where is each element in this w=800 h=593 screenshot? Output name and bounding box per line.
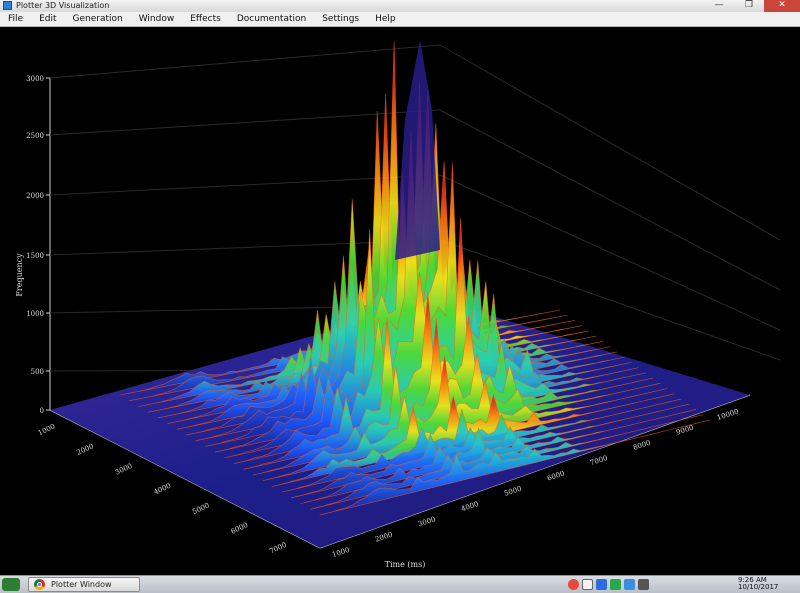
- menu-file[interactable]: File: [0, 12, 31, 26]
- chrome-icon: [34, 579, 45, 590]
- app-icon: [3, 1, 12, 10]
- taskbar: Plotter Window 9:26 AM 10/10/2017: [0, 575, 800, 593]
- maximize-button[interactable]: ❐: [734, 0, 764, 12]
- right-tick-label: 4000: [460, 500, 479, 513]
- menu-edit[interactable]: Edit: [31, 12, 64, 26]
- right-tick-label: 3000: [417, 515, 436, 528]
- right-tick-label: 1000: [331, 546, 350, 559]
- update-icon[interactable]: [610, 579, 621, 590]
- z-tick-label: 1500: [26, 252, 44, 260]
- menu-help[interactable]: Help: [367, 12, 404, 26]
- left-tick-label: 2000: [75, 442, 95, 457]
- clock-date: 10/10/2017: [738, 583, 779, 591]
- z-tick-label: 2000: [26, 192, 44, 200]
- menu-generation[interactable]: Generation: [65, 12, 131, 26]
- menu-documentation[interactable]: Documentation: [229, 12, 314, 26]
- left-tick-label: 6000: [230, 521, 250, 536]
- left-tick-label: 1000: [37, 422, 57, 437]
- peak-accent: [395, 40, 440, 260]
- right-tick-label: 10000: [716, 408, 740, 422]
- bottom-axis-label: Time (ms): [385, 560, 426, 569]
- z-tick-label: 500: [31, 368, 44, 376]
- z-axis: 3000 2500 2000 1500 1000 500 0: [26, 75, 50, 415]
- menu-settings[interactable]: Settings: [314, 12, 367, 26]
- menu-bar: File Edit Generation Window Effects Docu…: [0, 12, 800, 27]
- taskbar-app-label: Plotter Window: [51, 580, 112, 589]
- start-button[interactable]: [2, 578, 20, 591]
- left-tick-label: 4000: [153, 482, 173, 497]
- close-button[interactable]: ✕: [764, 0, 800, 12]
- z-axis-label: Frequency: [15, 253, 24, 297]
- chrome-icon[interactable]: [568, 579, 579, 590]
- menu-effects[interactable]: Effects: [182, 12, 229, 26]
- z-tick-label: 1000: [26, 310, 44, 318]
- volume-icon[interactable]: [638, 579, 649, 590]
- app-icon[interactable]: [624, 579, 635, 590]
- right-tick-label: 9000: [675, 423, 694, 436]
- menu-window[interactable]: Window: [131, 12, 183, 26]
- right-tick-label: 6000: [546, 469, 565, 482]
- z-tick-label: 3000: [26, 75, 44, 83]
- left-tick-label: 5000: [191, 501, 211, 516]
- right-tick-label: 8000: [632, 439, 651, 452]
- left-tick-label: 3000: [114, 462, 134, 477]
- z-tick-label: 0: [40, 407, 44, 415]
- z-tick-label: 2500: [26, 132, 44, 140]
- left-tick-label: 7000: [268, 541, 288, 556]
- network-icon[interactable]: [596, 579, 607, 590]
- taskbar-app-button[interactable]: Plotter Window: [28, 577, 140, 592]
- right-tick-label: 5000: [503, 485, 522, 498]
- minimize-button[interactable]: —: [704, 0, 734, 12]
- right-tick-label: 2000: [374, 531, 393, 544]
- plot-area[interactable]: 3000 2500 2000 1500 1000 500 0 Frequency 1000 2…: [0, 27, 800, 575]
- surface-plot[interactable]: 300025002000150010005000 Frequency 10002…: [0, 27, 800, 575]
- right-tick-label: 7000: [589, 454, 608, 467]
- security-icon[interactable]: [582, 579, 593, 590]
- system-clock[interactable]: 9:26 AM 10/10/2017: [738, 577, 778, 591]
- window-title: Plotter 3D Visualization: [16, 1, 110, 10]
- system-tray: [568, 579, 649, 590]
